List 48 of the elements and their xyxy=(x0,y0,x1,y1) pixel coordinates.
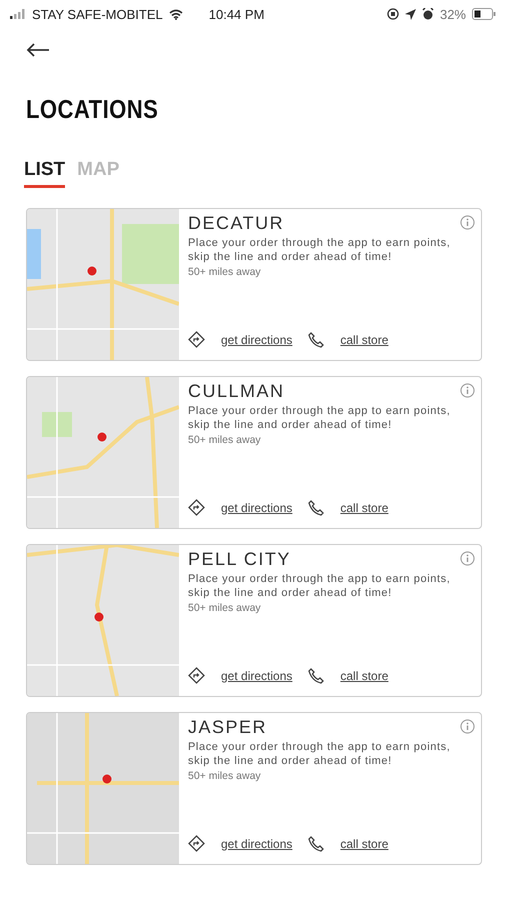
location-distance: 50+ miles away xyxy=(188,770,261,782)
info-icon[interactable] xyxy=(460,383,475,398)
location-distance: 50+ miles away xyxy=(188,434,261,446)
info-icon[interactable] xyxy=(460,215,475,230)
phone-icon xyxy=(308,500,324,516)
location-name: JASPER xyxy=(188,717,268,738)
phone-icon xyxy=(308,836,324,852)
location-card[interactable]: PELL CITY Place your order through the app to earn points, skip the line and order ahead of time! 50+ miles away get directions call store xyxy=(26,544,482,697)
location-description: Place your order through the app to earn points, skip the line and order ahead of time! xyxy=(188,572,452,600)
view-tab[interactable]: LIST xyxy=(24,159,66,188)
battery-icon xyxy=(472,8,496,20)
rotation-lock-icon xyxy=(386,8,399,20)
location-card[interactable]: JASPER Place your order through the app to earn points, skip the line and order ahead of time! 50+ miles away get directions call store xyxy=(26,712,482,865)
directions-link[interactable]: get directions xyxy=(221,668,292,682)
info-icon[interactable] xyxy=(460,719,475,734)
call-store-link[interactable]: call store xyxy=(340,332,388,346)
location-name: CULLMAN xyxy=(188,381,285,402)
call-store-link[interactable]: call store xyxy=(340,836,388,850)
call-store-link[interactable]: call store xyxy=(340,668,388,682)
signal-icon xyxy=(10,9,26,19)
location-card[interactable]: CULLMAN Place your order through the app to earn points, skip the line and order ahead of time! 50+ miles away get directions call store xyxy=(26,376,482,529)
phone-icon xyxy=(308,332,324,348)
location-arrow-icon xyxy=(404,8,416,20)
phone-icon xyxy=(308,668,324,684)
directions-icon xyxy=(188,835,205,852)
location-description: Place your order through the app to earn points, skip the line and order ahead of time! xyxy=(188,740,452,768)
carrier-name: STAY SAFE-MOBITEL xyxy=(32,6,163,22)
directions-icon xyxy=(188,499,205,516)
wifi-icon xyxy=(168,8,183,20)
location-name: PELL CITY xyxy=(188,549,291,570)
location-description: Place your order through the app to earn points, skip the line and order ahead of time! xyxy=(188,236,452,264)
location-card[interactable]: DECATUR Place your order through the app to earn points, skip the line and order ahead of time! 50+ miles away get directions call store xyxy=(26,208,482,361)
back-arrow-icon[interactable] xyxy=(26,42,50,58)
directions-link[interactable]: get directions xyxy=(221,836,292,850)
directions-link[interactable]: get directions xyxy=(221,500,292,514)
location-distance: 50+ miles away xyxy=(188,266,261,278)
clock-time: 10:44 PM xyxy=(208,6,264,22)
location-description: Place your order through the app to earn points, skip the line and order ahead of time! xyxy=(188,404,452,432)
info-icon[interactable] xyxy=(460,551,475,566)
directions-link[interactable]: get directions xyxy=(221,332,292,346)
alarm-icon xyxy=(422,8,434,20)
battery-percent: 32% xyxy=(440,6,466,22)
location-distance: 50+ miles away xyxy=(188,602,261,614)
location-name: DECATUR xyxy=(188,213,284,234)
directions-icon xyxy=(188,667,205,684)
page-title: LOCATIONS xyxy=(26,94,160,125)
call-store-link[interactable]: call store xyxy=(340,500,388,514)
directions-icon xyxy=(188,331,205,348)
